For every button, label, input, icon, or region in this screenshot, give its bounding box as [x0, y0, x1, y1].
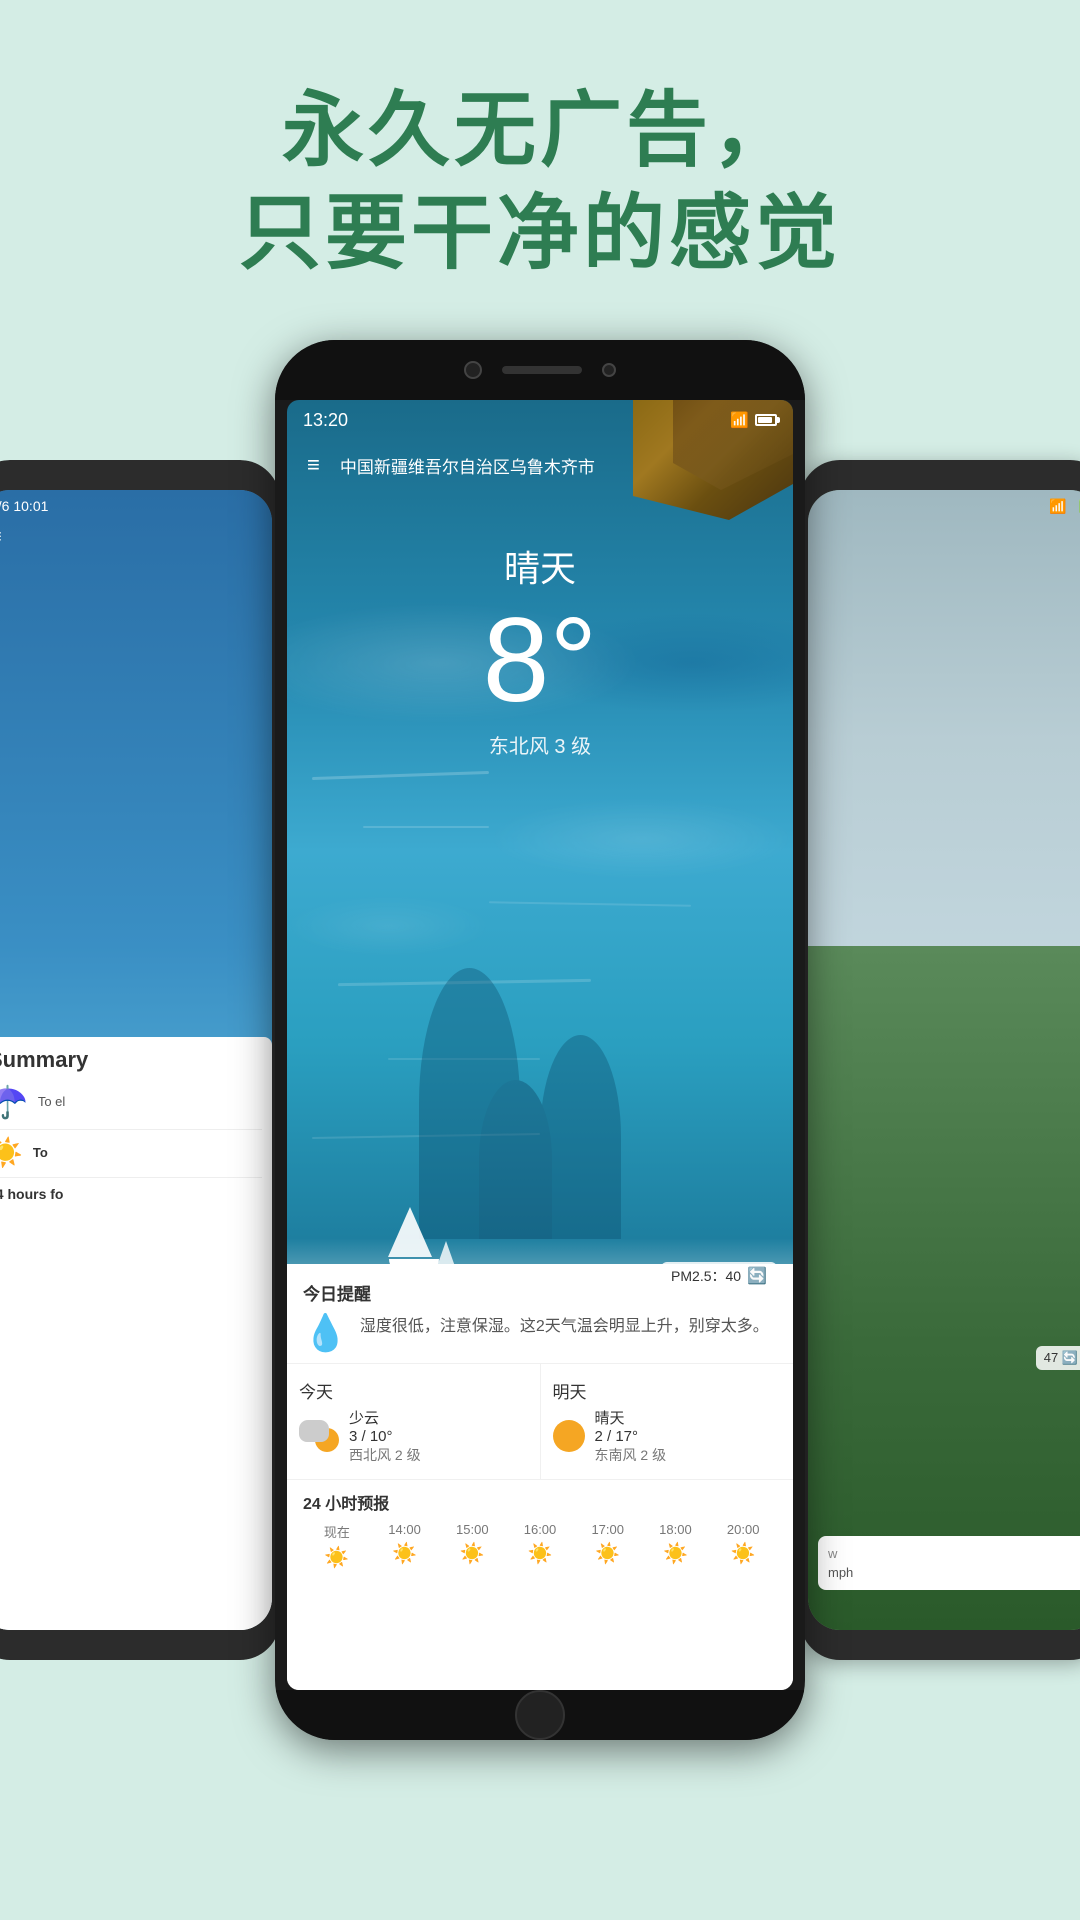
left-summary-title: Summary: [0, 1047, 262, 1073]
right-pm-badge: 47 🔄: [1036, 1346, 1080, 1370]
hour-sun-icon-2: ☀️: [438, 1541, 506, 1566]
hour-item-18: 18:00 ☀️: [642, 1522, 710, 1570]
left-today-label: To: [33, 1145, 48, 1160]
nav-bar: ≡ 中国新疆维吾尔自治区乌鲁木齐市: [287, 440, 793, 490]
left-phone-date: 1/6 10:01: [0, 498, 48, 514]
bottom-info-bar: 5-22 13:20 发布 PM2.5：40 🔄: [287, 1262, 793, 1290]
umbrella-icon: ☂️: [0, 1083, 28, 1121]
hour-item-16: 16:00 ☀️: [506, 1522, 574, 1570]
phone-screen: 13:20 📶 ≡ 中国新疆维吾尔自治区乌鲁木齐市 晴天: [287, 400, 793, 1690]
left-hours-label: 24 hours fo: [0, 1186, 262, 1202]
headline-line2: 只要干净的感觉: [0, 183, 1080, 286]
hour-sun-icon-4: ☀️: [574, 1541, 642, 1566]
hour-item-20: 20:00 ☀️: [709, 1522, 777, 1570]
phone-left: 1/6 10:01 ≡ Summary ☂️ To el ☀️ To: [0, 460, 280, 1660]
sun-icon-small: ☀️: [0, 1136, 23, 1169]
status-time: 13:20: [303, 410, 348, 431]
hour-item-now: 现在 ☀️: [303, 1522, 371, 1570]
phone-bottom-bar: [275, 1690, 805, 1740]
today-temp: 3 / 10°: [349, 1428, 421, 1445]
weather-wind: 东北风 3 级: [287, 730, 793, 759]
tomorrow-temp: 2 / 17°: [595, 1428, 667, 1445]
hour-item-17: 17:00 ☀️: [574, 1522, 642, 1570]
hour-sun-icon-1: ☀️: [371, 1541, 439, 1566]
white-content-area: 今日提醒 💧 湿度很低，注意保湿。这2天气温会明显上升，别穿太多。 今天: [287, 1264, 793, 1690]
city-name: 中国新疆维吾尔自治区乌鲁木齐市: [340, 453, 595, 478]
status-icons: 📶: [730, 411, 777, 429]
phone-top-hardware: [275, 340, 805, 400]
today-condition: 少云: [349, 1407, 421, 1428]
menu-icon[interactable]: ≡: [307, 452, 320, 478]
left-summary-text: To el: [38, 1094, 65, 1111]
today-forecast: 今天 少云: [287, 1364, 541, 1479]
forecast-row: 今天 少云: [287, 1364, 793, 1480]
weather-temperature: 8°: [287, 600, 793, 720]
hour-sun-icon-5: ☀️: [642, 1541, 710, 1566]
hour-sun-icon-6: ☀️: [709, 1541, 777, 1566]
reminder-text: 湿度很低，注意保湿。这2天气温会明显上升，别穿太多。: [360, 1315, 769, 1339]
headline-area: 永久无广告， 只要干净的感觉: [0, 0, 1080, 345]
phone-right-screen: 📶 🔋 47 🔄 w mph: [808, 490, 1080, 1630]
wifi-icon: 📶: [730, 411, 749, 429]
sun-icon: [553, 1420, 585, 1452]
phone-center[interactable]: 13:20 📶 ≡ 中国新疆维吾尔自治区乌鲁木齐市 晴天: [275, 340, 805, 1740]
right-bottom-card: w mph: [818, 1536, 1080, 1590]
hour-item-14: 14:00 ☀️: [371, 1522, 439, 1570]
weather-background: 13:20 📶 ≡ 中国新疆维吾尔自治区乌鲁木齐市 晴天: [287, 400, 793, 1690]
weather-condition: 晴天: [287, 540, 793, 592]
today-wind: 西北风 2 级: [349, 1445, 421, 1465]
pm-badge[interactable]: PM2.5：40 🔄: [661, 1262, 777, 1290]
phones-container: 1/6 10:01 ≡ Summary ☂️ To el ☀️ To: [0, 340, 1080, 1920]
drop-icon: 💧: [303, 1315, 348, 1351]
publish-time: 5-22 13:20 发布: [303, 1266, 402, 1286]
hours-title: 24 小时预报: [303, 1490, 777, 1514]
main-weather: 晴天 8° 东北风 3 级: [287, 540, 793, 759]
pm-value: PM2.5：40: [671, 1266, 741, 1286]
phone-speaker: [502, 366, 582, 374]
partly-cloudy-icon: [299, 1420, 339, 1452]
tomorrow-label: 明天: [553, 1378, 782, 1403]
home-button[interactable]: [515, 1690, 565, 1740]
sensor: [602, 363, 616, 377]
hour-item-15: 15:00 ☀️: [438, 1522, 506, 1570]
battery-icon: [755, 414, 777, 426]
hour-sun-icon-0: ☀️: [303, 1545, 371, 1570]
tomorrow-wind: 东南风 2 级: [595, 1445, 667, 1465]
status-bar: 13:20 📶: [287, 400, 793, 440]
tomorrow-condition: 晴天: [595, 1407, 667, 1428]
hour-sun-icon-3: ☀️: [506, 1541, 574, 1566]
tomorrow-forecast: 明天 晴天 2 / 17° 东南风 2 级: [541, 1364, 794, 1479]
phone-right: 📶 🔋 47 🔄 w mph: [800, 460, 1080, 1660]
today-label: 今天: [299, 1378, 528, 1403]
phone-left-screen: 1/6 10:01 ≡ Summary ☂️ To el ☀️ To: [0, 490, 272, 1630]
front-camera: [464, 361, 482, 379]
refresh-icon: 🔄: [747, 1266, 767, 1286]
hours-row: 现在 ☀️ 14:00 ☀️ 15:00 ☀️: [303, 1522, 777, 1570]
headline-line1: 永久无广告，: [0, 80, 1080, 183]
hours-section: 24 小时预报 现在 ☀️ 14:00 ☀️ 15:00: [287, 1480, 793, 1576]
